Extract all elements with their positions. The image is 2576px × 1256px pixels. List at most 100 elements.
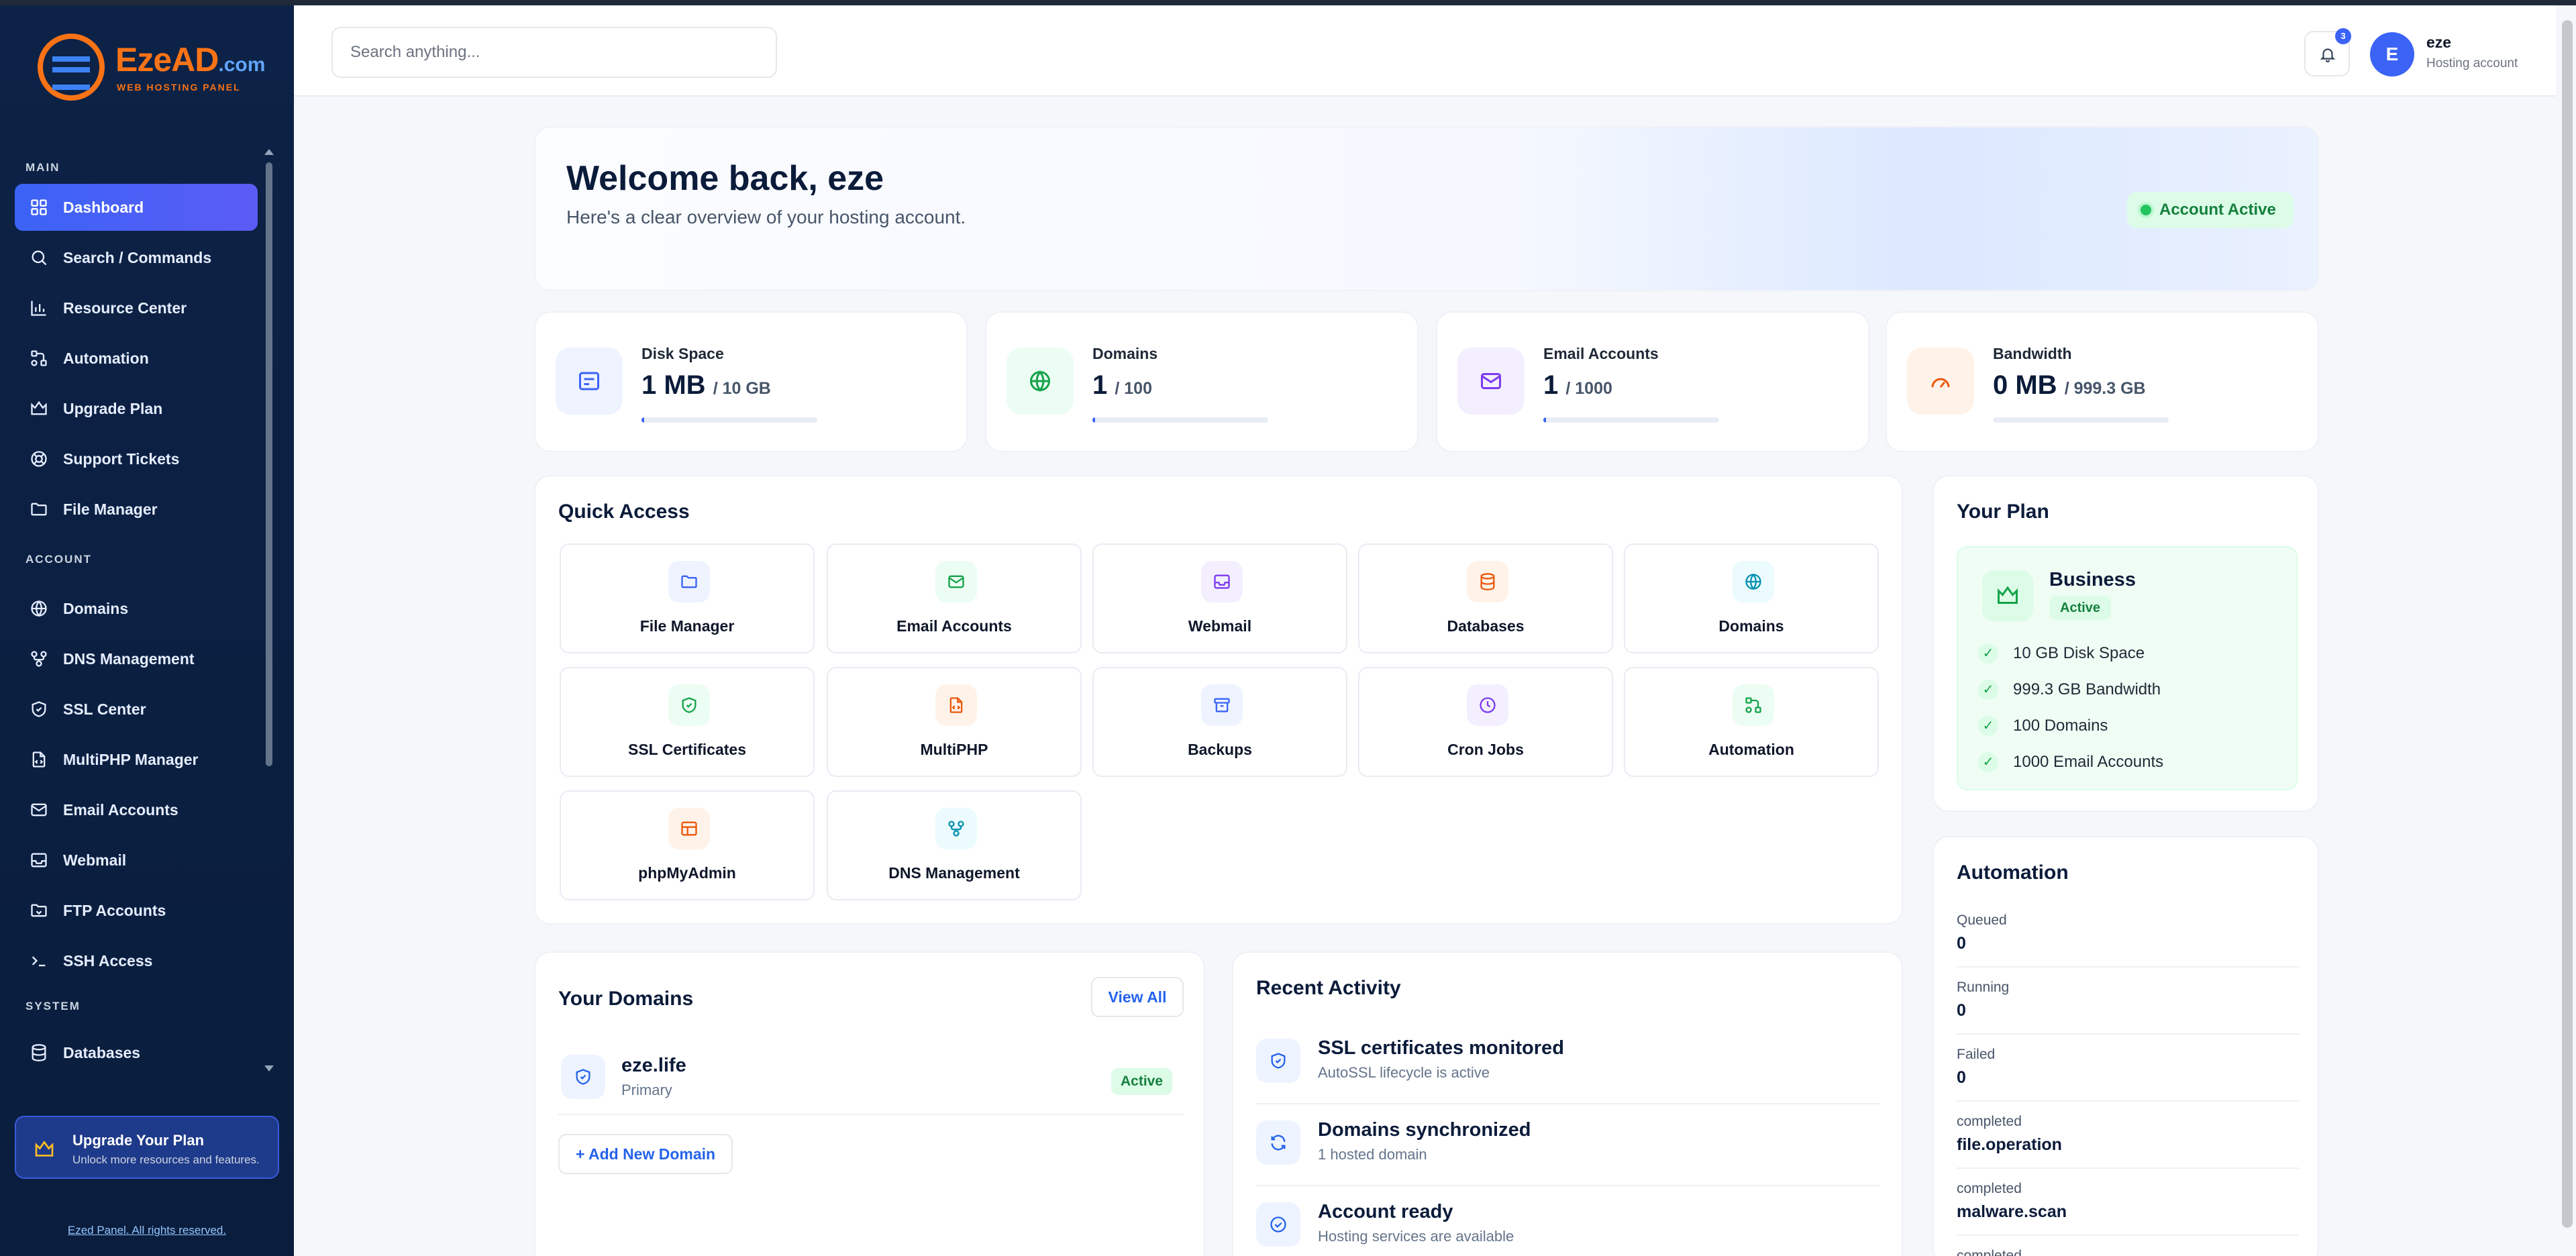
qa-icon-box xyxy=(935,561,977,603)
quick-access-webmail[interactable]: Webmail xyxy=(1092,543,1347,653)
quick-access-domains[interactable]: Domains xyxy=(1624,543,1879,653)
quick-access-file-manager[interactable]: File Manager xyxy=(560,543,815,653)
stat-progress-bar xyxy=(1993,417,2169,423)
welcome-banner: Welcome back, eze Here's a clear overvie… xyxy=(534,126,2319,291)
mail-icon xyxy=(1481,373,1501,389)
quick-access-ssl-certificates[interactable]: SSL Certificates xyxy=(560,667,815,777)
activity-title: Account ready xyxy=(1318,1201,1453,1222)
activity-subtitle: Hosting services are available xyxy=(1318,1228,1514,1245)
sidebar-scroll-up-arrow[interactable] xyxy=(264,149,274,155)
qa-icon-box xyxy=(935,808,977,849)
mail-icon xyxy=(31,803,47,817)
stat-label: Bandwidth xyxy=(1993,345,2072,362)
sidebar-scroll-down-arrow[interactable] xyxy=(264,1065,274,1071)
search-input[interactable] xyxy=(331,27,777,78)
sidebar-item-multiphp-manager[interactable]: MultiPHP Manager xyxy=(15,736,258,783)
sidebar-item-support-tickets[interactable]: Support Tickets xyxy=(15,435,258,482)
upgrade-plan-card[interactable]: Upgrade Your Plan Unlock more resources … xyxy=(15,1116,279,1179)
automation-title: Automation xyxy=(1957,861,2069,884)
recent-activity-title: Recent Activity xyxy=(1256,977,1401,999)
automation-row-value: file.operation xyxy=(1957,1135,2062,1154)
plan-feature: ✓ 1000 Email Accounts xyxy=(1978,749,2163,776)
sidebar-item-resource-center[interactable]: Resource Center xyxy=(15,284,258,331)
view-all-button[interactable]: View All xyxy=(1091,977,1184,1017)
quick-access-cron-jobs[interactable]: Cron Jobs xyxy=(1358,667,1613,777)
quick-access-multiphp[interactable]: MultiPHP xyxy=(827,667,1082,777)
qa-label: DNS Management xyxy=(888,864,1020,882)
sidebar-item-ssh-access[interactable]: SSH Access xyxy=(15,937,258,984)
brand-logo[interactable]: EzeAD.com WEB HOSTING PANEL xyxy=(38,31,265,105)
activity-item: Domains synchronized 1 hosted domain xyxy=(1256,1104,1880,1186)
copyright-link[interactable]: Ezed Panel. All rights reserved. xyxy=(0,1224,294,1237)
activity-item: Account ready Hosting services are avail… xyxy=(1256,1186,1880,1256)
stat-card-disk-space: Disk Space 1 MB / 10 GB xyxy=(534,311,968,452)
sidebar-item-ssl-center[interactable]: SSL Center xyxy=(15,686,258,733)
quick-access-automation[interactable]: Automation xyxy=(1624,667,1879,777)
folder-upload-icon xyxy=(31,904,47,917)
sidebar-item-webmail[interactable]: Webmail xyxy=(15,837,258,884)
stat-icon-box xyxy=(1007,348,1074,415)
activity-title: Domains synchronized xyxy=(1318,1119,1531,1141)
plan-feature: ✓ 999.3 GB Bandwidth xyxy=(1978,676,2161,703)
notifications-button[interactable]: 3 xyxy=(2304,28,2351,76)
qa-label: SSL Certificates xyxy=(628,741,746,758)
sidebar-item-domains[interactable]: Domains xyxy=(15,585,258,632)
user-name[interactable]: eze xyxy=(2426,34,2451,52)
globe-icon xyxy=(1030,370,1050,392)
stat-progress-fill xyxy=(641,417,644,423)
network-icon xyxy=(948,821,964,837)
sidebar-item-search-commands[interactable]: Search / Commands xyxy=(15,234,258,281)
quick-access-email-accounts[interactable]: Email Accounts xyxy=(827,543,1082,653)
stat-label: Disk Space xyxy=(641,345,724,362)
refresh-icon xyxy=(1271,1135,1286,1151)
avatar[interactable]: E xyxy=(2370,32,2414,76)
welcome-subtitle: Here's a clear overview of your hosting … xyxy=(566,207,966,227)
user-role: Hosting account xyxy=(2426,56,2518,70)
automation-row-label: completed xyxy=(1957,1248,2022,1256)
shield-icon xyxy=(1271,1053,1286,1069)
domain-type: Primary xyxy=(621,1082,672,1098)
domains-title: Your Domains xyxy=(558,988,694,1010)
automation-row-value: 0 xyxy=(1957,934,1966,953)
quick-access-dns-management[interactable]: DNS Management xyxy=(827,790,1082,900)
check-icon: ✓ xyxy=(1978,716,1998,736)
crown-icon xyxy=(35,1141,54,1157)
automation-row-value: 0 xyxy=(1957,1001,1966,1020)
globe-icon xyxy=(1745,573,1761,590)
automation-panel: Automation Queued 0 Running 0 Failed 0 c… xyxy=(1933,836,2319,1256)
sidebar-item-automation[interactable]: Automation xyxy=(15,335,258,382)
qa-label: Backups xyxy=(1188,741,1252,758)
add-new-domain-button[interactable]: + Add New Domain xyxy=(558,1134,733,1174)
bar-chart-icon xyxy=(31,301,46,316)
sidebar-item-databases[interactable]: Databases xyxy=(15,1029,258,1076)
stat-value: 1 / 100 xyxy=(1092,370,1152,400)
stat-value: 1 / 1000 xyxy=(1543,370,1612,400)
stat-value: 1 MB / 10 GB xyxy=(641,370,771,400)
domain-row[interactable]: eze.life Primary Active xyxy=(558,1047,1184,1115)
quick-access-backups[interactable]: Backups xyxy=(1092,667,1347,777)
archive-icon xyxy=(1214,698,1230,713)
shield-icon xyxy=(32,701,46,717)
sidebar-item-upgrade-plan[interactable]: Upgrade Plan xyxy=(15,385,258,432)
sidebar-item-dashboard[interactable]: Dashboard xyxy=(15,184,258,231)
sidebar-item-email-accounts[interactable]: Email Accounts xyxy=(15,786,258,833)
globe-logo-icon xyxy=(38,34,105,101)
domain-name[interactable]: eze.life xyxy=(621,1055,686,1077)
quick-access-databases[interactable]: Databases xyxy=(1358,543,1613,653)
quick-access-phpmyadmin[interactable]: phpMyAdmin xyxy=(560,790,815,900)
inbox-icon xyxy=(1214,574,1230,589)
upgrade-subtitle: Unlock more resources and features. xyxy=(72,1153,260,1166)
sidebar-scrollbar-thumb[interactable] xyxy=(266,162,272,766)
crown-icon xyxy=(31,401,47,415)
page-scrollbar[interactable] xyxy=(2562,20,2573,1228)
upgrade-title: Upgrade Your Plan xyxy=(72,1132,205,1149)
automation-row-label: Failed xyxy=(1957,1047,1996,1062)
sidebar-item-file-manager[interactable]: File Manager xyxy=(15,486,258,533)
sidebar-item-dns-management[interactable]: DNS Management xyxy=(15,635,258,682)
check-circle-icon xyxy=(1270,1216,1286,1233)
hard-drive-icon xyxy=(579,372,599,390)
sidebar-item-ftp-accounts[interactable]: FTP Accounts xyxy=(15,887,258,934)
plan-details-box: Business Active ✓ 10 GB Disk Space ✓ 999.3… xyxy=(1957,546,2298,790)
stat-value: 0 MB / 999.3 GB xyxy=(1993,370,2146,400)
qa-icon-box xyxy=(935,684,977,726)
